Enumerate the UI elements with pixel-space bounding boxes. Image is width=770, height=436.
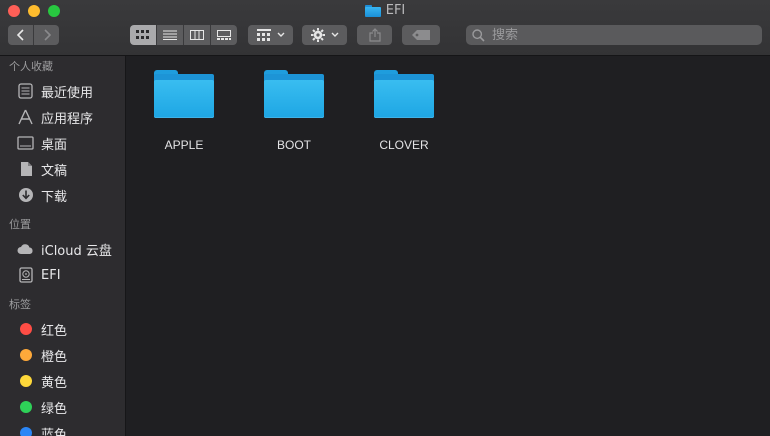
sidebar-item-label: iCloud 云盘 xyxy=(41,243,112,259)
sidebar-item-label: 橙色 xyxy=(41,349,68,365)
desktop-icon xyxy=(17,135,34,152)
toolbar: EFI xyxy=(0,0,770,56)
sidebar-item-label: 绿色 xyxy=(41,401,68,417)
tag-color-dot-icon xyxy=(20,427,32,436)
sidebar-item-tag-blue[interactable]: 蓝色 xyxy=(0,420,125,436)
edit-tags-button[interactable] xyxy=(402,25,440,45)
sidebar-item-recents[interactable]: 最近使用 xyxy=(0,78,125,104)
gear-icon xyxy=(310,28,325,42)
recents-icon xyxy=(17,83,34,100)
sidebar: 个人收藏 最近使用 应用程序 桌面 文稿 下载 位置 iCloud 云盘 EFI… xyxy=(0,56,126,436)
share-button[interactable] xyxy=(357,25,392,45)
sidebar-item-tag-red[interactable]: 红色 xyxy=(0,316,125,342)
gallery-view-button[interactable] xyxy=(211,25,237,45)
icloud-icon xyxy=(17,241,34,258)
gallery-icon xyxy=(217,30,231,40)
list-icon xyxy=(163,30,177,40)
file-item-clover[interactable]: CLOVER xyxy=(349,70,459,152)
sidebar-item-tag-orange[interactable]: 橙色 xyxy=(0,342,125,368)
tag-color-dot-icon xyxy=(20,349,32,361)
sidebar-section-favorites: 个人收藏 xyxy=(9,60,53,73)
sidebar-item-label: 文稿 xyxy=(41,163,68,179)
file-item-apple[interactable]: APPLE xyxy=(129,70,239,152)
chevron-down-icon xyxy=(331,32,338,37)
sidebar-item-efi[interactable]: EFI xyxy=(0,262,125,288)
search-input[interactable] xyxy=(490,26,744,44)
file-name: CLOVER xyxy=(379,138,429,152)
window-title: EFI xyxy=(0,3,770,18)
sidebar-item-applications[interactable]: 应用程序 xyxy=(0,104,125,130)
folder-icon xyxy=(374,70,434,118)
sidebar-section-tags: 标签 xyxy=(9,298,31,311)
sidebar-item-desktop[interactable]: 桌面 xyxy=(0,130,125,156)
documents-icon xyxy=(17,161,34,178)
grid-icon xyxy=(136,30,149,39)
chevron-left-icon xyxy=(16,29,24,41)
navigation-buttons xyxy=(8,25,59,45)
sidebar-item-label: 下载 xyxy=(41,189,68,205)
search-icon xyxy=(472,28,485,42)
group-by-button[interactable] xyxy=(248,25,293,45)
sidebar-item-label: 桌面 xyxy=(41,137,68,153)
sidebar-section-locations: 位置 xyxy=(9,218,31,231)
folder-icon xyxy=(364,4,381,17)
folder-icon xyxy=(154,70,214,118)
tag-color-dot-icon xyxy=(20,401,32,413)
sidebar-item-label: 黄色 xyxy=(41,375,68,391)
downloads-icon xyxy=(17,187,34,204)
chevron-right-icon xyxy=(43,29,51,41)
folder-icon xyxy=(264,70,324,118)
sidebar-item-label: 蓝色 xyxy=(41,427,68,436)
chevron-down-icon xyxy=(277,32,284,37)
search-field[interactable] xyxy=(466,25,762,45)
tag-color-dot-icon xyxy=(20,323,32,335)
view-mode-group xyxy=(130,25,237,45)
action-menu-button[interactable] xyxy=(302,25,347,45)
file-name: BOOT xyxy=(276,138,311,152)
sidebar-item-label: EFI xyxy=(41,267,61,283)
tag-color-dot-icon xyxy=(20,375,32,387)
sidebar-item-tag-yellow[interactable]: 黄色 xyxy=(0,368,125,394)
column-view-button[interactable] xyxy=(184,25,211,45)
icon-view-button[interactable] xyxy=(130,25,157,45)
arrange-grid-icon xyxy=(256,29,271,41)
sidebar-item-label: 最近使用 xyxy=(41,85,94,101)
sidebar-item-documents[interactable]: 文稿 xyxy=(0,156,125,182)
tag-icon xyxy=(412,30,430,40)
back-button[interactable] xyxy=(8,25,34,45)
window-title-text: EFI xyxy=(385,3,406,18)
sidebar-item-tag-green[interactable]: 绿色 xyxy=(0,394,125,420)
file-item-boot[interactable]: BOOT xyxy=(239,70,349,152)
sidebar-item-label: 应用程序 xyxy=(41,111,94,127)
sidebar-item-icloud[interactable]: iCloud 云盘 xyxy=(0,236,125,262)
finder-window: EFI 搜索 个人收藏 最近使用 应用程序 桌面 文稿 下载 位置 iCloud… xyxy=(0,0,770,436)
file-browser-content: APPLE BOOT CLOVER xyxy=(126,56,770,436)
disk-icon xyxy=(17,267,34,284)
columns-icon xyxy=(190,30,204,40)
list-view-button[interactable] xyxy=(157,25,184,45)
applications-icon xyxy=(17,109,34,126)
sidebar-item-downloads[interactable]: 下载 xyxy=(0,182,125,208)
sidebar-item-label: 红色 xyxy=(41,323,68,339)
forward-button[interactable] xyxy=(34,25,59,45)
share-icon xyxy=(368,28,381,42)
file-name: APPLE xyxy=(164,138,204,152)
